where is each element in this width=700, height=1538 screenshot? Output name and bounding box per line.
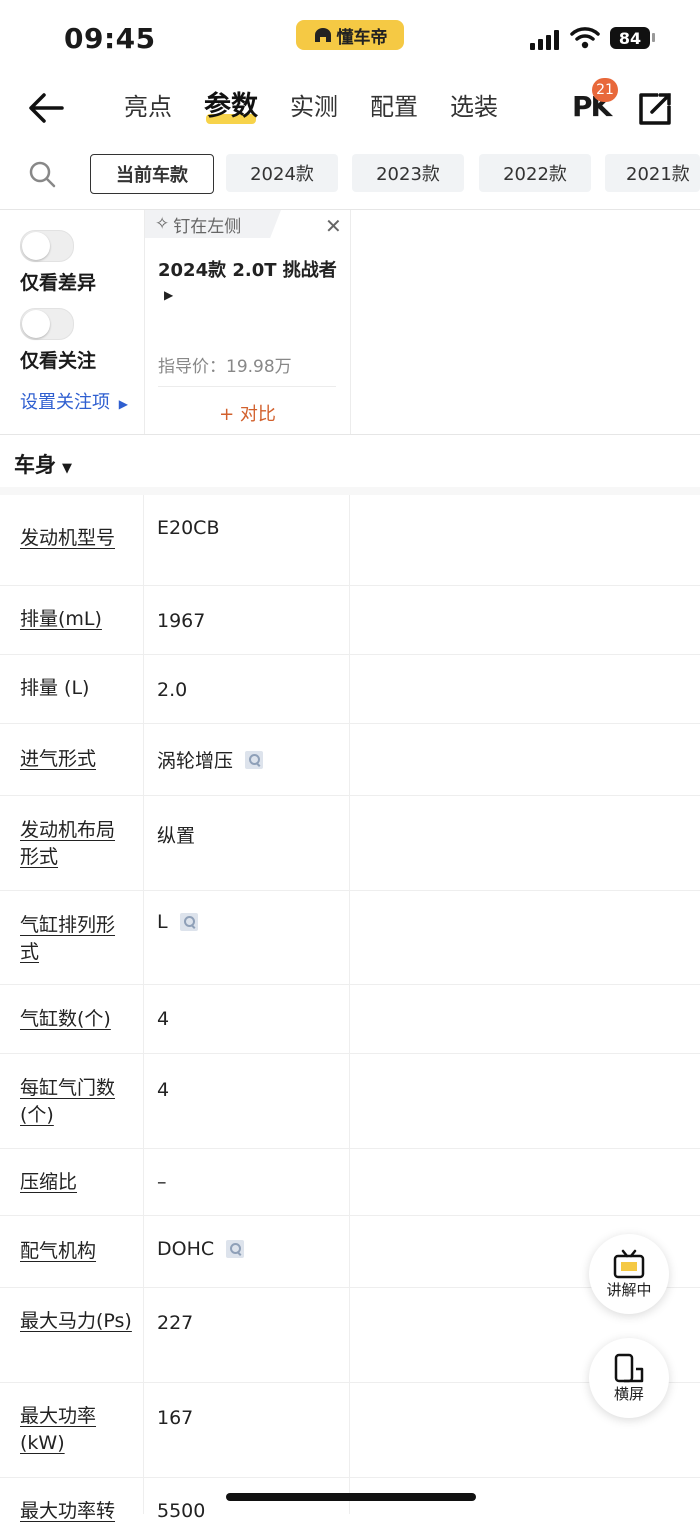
- card-divider: [158, 386, 336, 387]
- year-filter-row: 当前车款 2024款 2023款 2022款 2021款: [0, 148, 700, 198]
- chip-2021[interactable]: 2021款: [605, 154, 700, 192]
- param-label[interactable]: 排量(mL): [20, 606, 132, 633]
- status-bar: 09:45 懂车帝 84: [0, 0, 700, 76]
- back-arrow-icon[interactable]: [28, 92, 64, 124]
- param-label[interactable]: 发动机布局形式: [20, 817, 132, 871]
- magnifier-icon[interactable]: [179, 913, 198, 931]
- section-divider: [0, 487, 700, 495]
- param-label[interactable]: 最大功率(kW): [20, 1403, 132, 1457]
- tab-params[interactable]: 参数: [204, 90, 258, 124]
- pk-count-badge: 21: [592, 78, 618, 102]
- param-value: 167: [157, 1407, 194, 1429]
- param-value: 纵置: [157, 825, 196, 847]
- landscape-label: 横屏: [613, 1384, 644, 1403]
- battery-tip: [652, 33, 655, 42]
- param-label[interactable]: 进气形式: [20, 746, 132, 773]
- magnifier-icon[interactable]: [245, 750, 264, 769]
- param-value: 4: [157, 1008, 170, 1030]
- pin-label: 钉在左侧: [173, 216, 242, 237]
- param-label[interactable]: 配气机构: [20, 1238, 132, 1265]
- chip-2023[interactable]: 2023款: [352, 154, 464, 192]
- magnifier-icon[interactable]: [226, 1240, 245, 1258]
- only-diff-toggle[interactable]: [20, 230, 74, 262]
- param-value: 1967: [157, 610, 206, 632]
- only-follow-label: 仅看关注: [20, 350, 97, 372]
- set-follow-label: 设置关注项: [20, 392, 110, 413]
- car-model-name[interactable]: 2024款 2.0T 挑战者: [158, 256, 337, 282]
- home-indicator[interactable]: [226, 1493, 476, 1501]
- table-row: 气缸数(个) 4: [0, 985, 700, 1054]
- share-icon[interactable]: [638, 92, 672, 126]
- chip-2022[interactable]: 2022款: [479, 154, 591, 192]
- tab-tests[interactable]: 实测: [290, 90, 338, 124]
- section-header[interactable]: 车身 ▼: [0, 435, 700, 487]
- top-nav: 亮点 参数 实测 配置 选装 PK 21: [0, 76, 700, 140]
- param-label[interactable]: 气缸数(个): [20, 1006, 132, 1033]
- chip-current-model[interactable]: 当前车款: [90, 154, 214, 194]
- tab-options[interactable]: 选装: [450, 90, 498, 124]
- param-label: 排量 (L): [20, 677, 90, 699]
- add-compare-button[interactable]: + 对比: [145, 400, 350, 426]
- triangle-right-icon[interactable]: ▶: [164, 288, 173, 302]
- param-value: 涡轮增压: [157, 746, 264, 773]
- param-value: 2.0: [157, 679, 188, 701]
- explain-button[interactable]: 讲解中: [589, 1234, 669, 1314]
- status-time: 09:45: [64, 22, 156, 55]
- chip-2024[interactable]: 2024款: [226, 154, 338, 192]
- table-row: 发动机型号 E20CB: [0, 495, 700, 586]
- param-label[interactable]: 每缸气门数(个): [20, 1075, 132, 1129]
- tv-icon: [613, 1249, 645, 1278]
- param-value: L: [157, 911, 198, 933]
- wifi-icon: [570, 27, 600, 49]
- caret-down-icon: ▼: [62, 461, 72, 476]
- tab-bar: 亮点 参数 实测 配置 选装: [108, 90, 514, 124]
- battery-indicator: 84: [610, 27, 650, 49]
- app-logo-icon: [314, 28, 331, 42]
- tab-config[interactable]: 配置: [370, 90, 418, 124]
- table-row: 排量 (L) 2.0: [0, 655, 700, 724]
- landscape-button[interactable]: 横屏: [589, 1338, 669, 1418]
- param-label[interactable]: 发动机型号: [20, 525, 132, 552]
- app-indicator: 懂车帝: [296, 20, 404, 50]
- set-follow-link[interactable]: 设置关注项 ▶: [20, 388, 128, 414]
- table-row: 压缩比 –: [0, 1149, 700, 1216]
- app-name: 懂车帝: [336, 27, 388, 48]
- table-row: 最大功率转 5500: [0, 1478, 700, 1538]
- param-label[interactable]: 最大功率转: [20, 1498, 132, 1525]
- table-row: 每缸气门数(个) 4: [0, 1054, 700, 1149]
- only-diff-label: 仅看差异: [20, 272, 97, 294]
- tab-highlights[interactable]: 亮点: [124, 90, 172, 124]
- param-value: 5500: [157, 1500, 206, 1522]
- param-value: 4: [157, 1079, 170, 1101]
- close-icon[interactable]: ✕: [325, 214, 342, 238]
- table-row: 进气形式 涡轮增压: [0, 724, 700, 796]
- param-value: 227: [157, 1312, 194, 1334]
- signal-icon: [530, 30, 559, 50]
- search-icon[interactable]: [28, 160, 56, 188]
- pin-left-button[interactable]: ✧ 钉在左侧: [145, 210, 281, 238]
- param-value: DOHC: [157, 1238, 245, 1260]
- table-row: 气缸排列形式 L: [0, 891, 700, 985]
- caret-right-icon: ▶: [118, 397, 128, 411]
- car-card: ✧ 钉在左侧 ✕ 2024款 2.0T 挑战者 ▶ 指导价：19.98万 + 对…: [144, 210, 351, 434]
- param-value: –: [157, 1171, 167, 1193]
- pin-icon: ✧: [155, 214, 170, 234]
- param-value: E20CB: [157, 517, 220, 539]
- table-row: 排量(mL) 1967: [0, 586, 700, 655]
- section-title: 车身 ▼: [14, 453, 72, 477]
- param-label[interactable]: 压缩比: [20, 1169, 132, 1196]
- rotate-screen-icon: [614, 1353, 644, 1382]
- explain-label: 讲解中: [606, 1280, 652, 1299]
- table-row: 发动机布局形式 纵置: [0, 796, 700, 891]
- car-price: 指导价：19.98万: [158, 357, 292, 377]
- filter-panel: 仅看差异 仅看关注 设置关注项 ▶: [0, 210, 143, 434]
- param-label[interactable]: 气缸排列形式: [20, 912, 132, 966]
- only-follow-toggle[interactable]: [20, 308, 74, 340]
- param-label[interactable]: 最大马力(Ps): [20, 1308, 132, 1335]
